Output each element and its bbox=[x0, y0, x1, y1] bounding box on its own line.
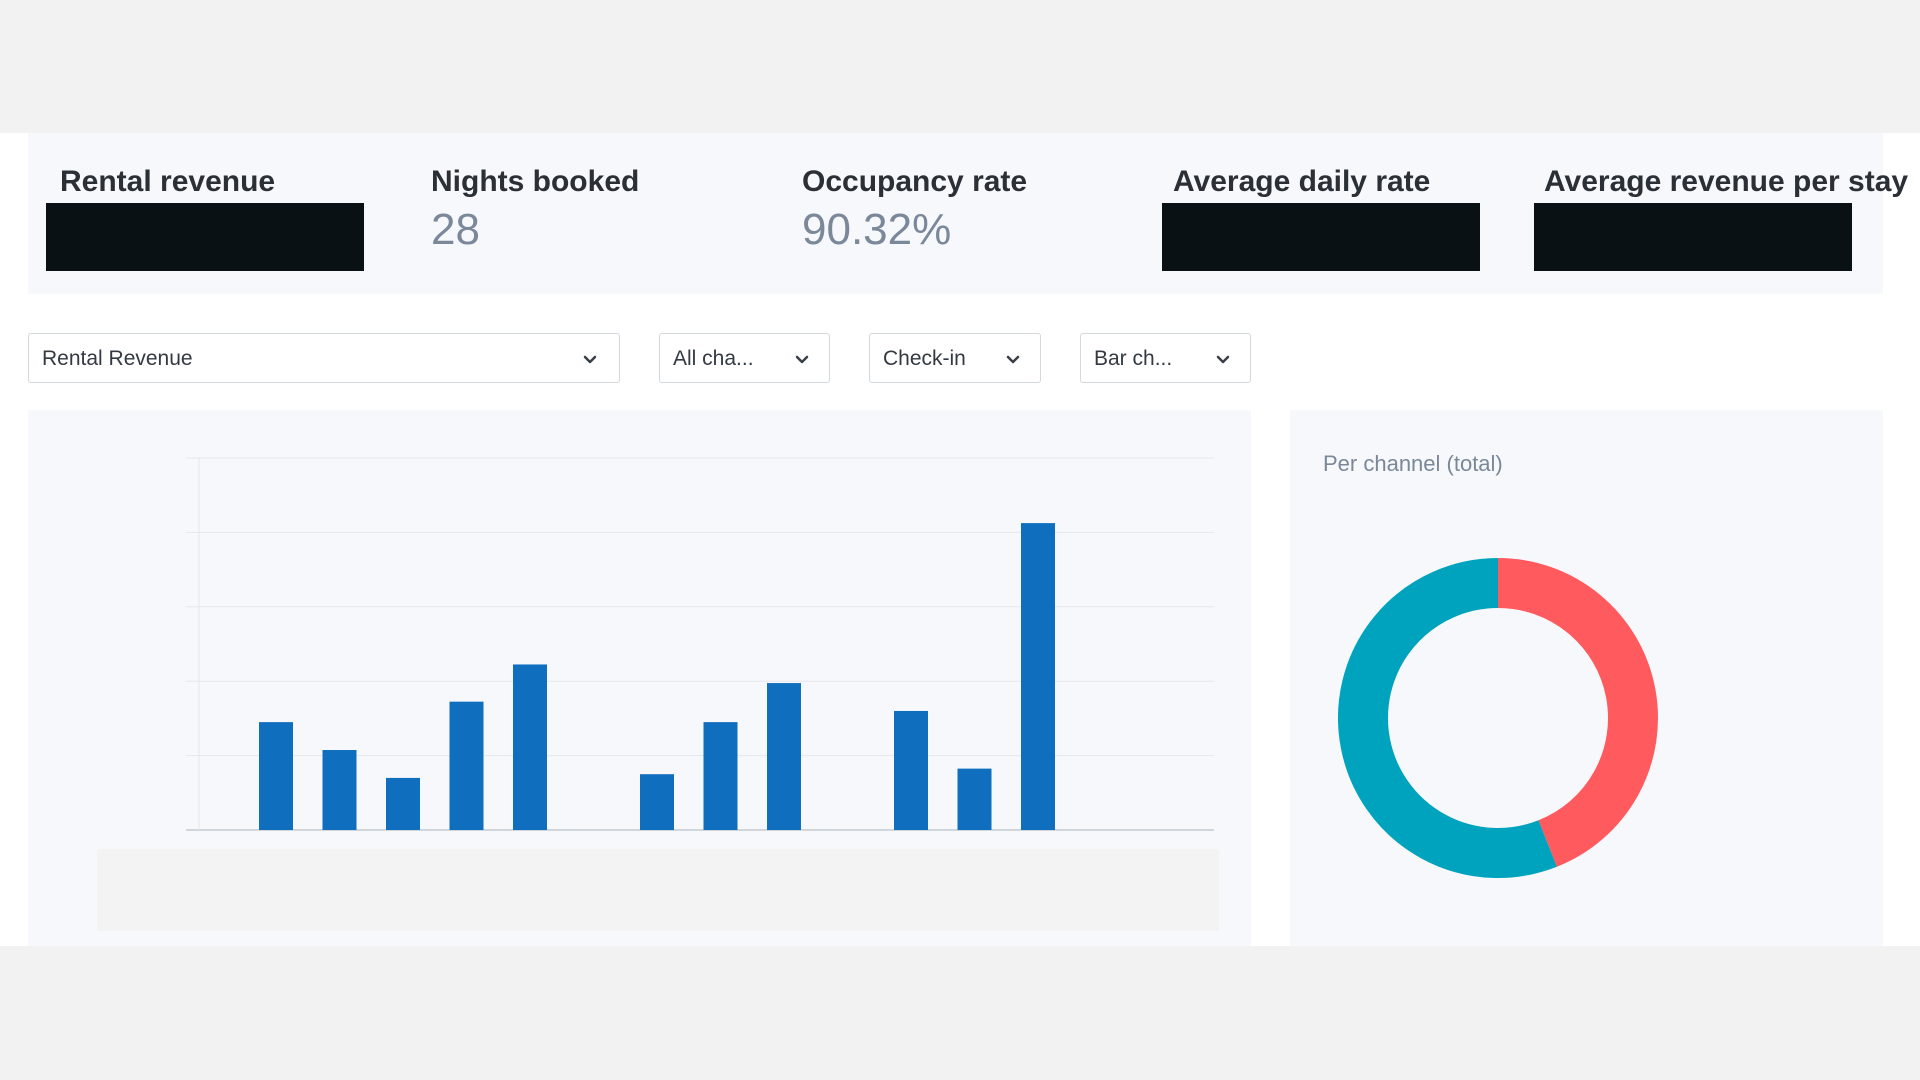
bar bbox=[767, 683, 801, 830]
bar bbox=[386, 777, 420, 830]
donut-slice bbox=[1497, 558, 1658, 867]
donut-chart-panel: Per channel (total) bbox=[1290, 410, 1883, 946]
bar bbox=[957, 768, 992, 830]
bar bbox=[1021, 523, 1055, 830]
donut-chart bbox=[1338, 558, 1658, 878]
bar bbox=[640, 774, 674, 830]
bar bbox=[703, 722, 738, 830]
bar bbox=[513, 664, 547, 830]
bar bbox=[322, 750, 357, 830]
bar bbox=[259, 722, 293, 830]
donut-slice bbox=[1338, 558, 1557, 878]
bar bbox=[449, 701, 484, 830]
bar bbox=[894, 710, 928, 830]
